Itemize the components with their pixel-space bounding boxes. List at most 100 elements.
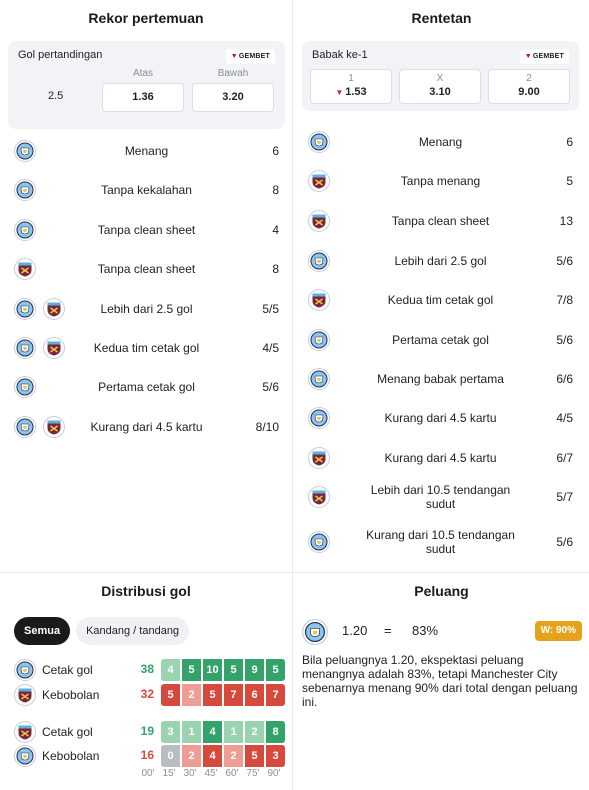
team-crests [308,368,330,390]
manchester-city-crest-icon [308,531,330,553]
bookmaker-logo-icon: ▼ [230,53,238,60]
stat-row: Kedua tim cetak gol 4/5 [14,331,279,365]
tab-all[interactable]: Semua [14,617,71,645]
interval-cell: 8 [266,721,285,743]
win-rate-badge: W: 90% [534,621,582,641]
stat-label: Pertama cetak gol [392,333,489,347]
stat-label: Kurang dari 4.5 kartu [90,419,203,434]
match-goals-label: Gol pertandingan [18,49,103,61]
stat-row: Menang babak pertama 6/6 [308,362,573,396]
manchester-city-crest-icon [14,179,36,202]
manchester-city-crest-icon [14,745,36,767]
stat-value: 7/8 [556,293,573,307]
under-odds-button[interactable]: 3.20 [192,83,274,112]
team-crests [308,329,330,351]
team-crests [14,179,36,202]
team-crests [308,170,330,192]
stat-value: 5/6 [556,254,573,268]
team-crests [308,407,330,429]
stat-row: Kurang dari 10.5 tendangan sudut 5/6 [308,520,573,564]
interval-cells: 4 5 10 5 9 5 [161,659,285,681]
goals-scored-row: Cetak gol 38 4 5 10 5 9 5 [14,659,285,681]
stat-row: Kurang dari 4.5 kartu 8/10 [14,410,279,444]
stat-value: 4/5 [556,411,573,425]
goal-line-value: 2.5 [48,90,64,102]
away-odds-label: 2 [526,73,532,84]
stat-label: Lebih dari 10.5 tendangan sudut [370,483,511,511]
stat-label: Lebih dari 2.5 gol [100,301,193,316]
stat-value: 5/6 [556,333,573,347]
interval-cell: 4 [161,659,180,681]
manchester-city-crest-icon [308,329,330,351]
stat-row: Tanpa menang 5 [308,164,573,198]
home-odds-button[interactable]: 1 ▼ 1.53 [310,69,392,104]
stat-value: 5/6 [262,380,279,395]
interval-cell: 5 [161,684,180,706]
interval-cell: 2 [182,745,201,767]
west-ham-crest-icon [308,447,330,469]
implied-probability: 83% [412,623,439,638]
team-crests [308,531,330,553]
stat-label: Kurang dari 10.5 tendangan sudut [366,528,515,556]
manchester-city-crest-icon [308,407,330,429]
home-odds-value: 1.53 [345,86,367,98]
stat-row: Lebih dari 2.5 gol 5/6 [308,244,573,278]
tab-home-away[interactable]: Kandang / tandang [76,617,190,645]
stat-value: 8 [272,262,279,277]
bookmaker-logo-icon: ▼ [524,53,532,60]
bookmaker-logo[interactable]: ▼GEMBET [225,49,275,64]
stat-value: 8 [272,183,279,198]
away-odds-value: 9.00 [518,86,540,98]
manchester-city-crest-icon [308,131,330,153]
stat-row: Menang 6 [14,134,279,168]
manchester-city-crest-icon [308,368,330,390]
stat-label: Tanpa menang [400,174,481,188]
stat-value: 6/6 [556,372,573,386]
goals-conceded-row: Kebobolan 32 5 2 5 7 6 7 [14,684,285,706]
interval-cell: 0 [161,745,180,767]
team-crests [308,486,330,508]
west-ham-crest-icon [308,289,330,311]
draw-odds-button[interactable]: X 3.10 [399,69,481,104]
stat-label: Menang [124,144,169,158]
minute-tick: 90' [267,768,281,779]
west-ham-crest-icon [308,486,330,508]
stat-value: 13 [559,214,573,228]
odds-insight-line: 1.20 = 83% W: 90% [302,619,582,645]
minute-tick: 45' [204,768,218,779]
stat-row: Menang 6 [308,125,573,159]
west-ham-crest-icon [308,210,330,232]
over-odds-button[interactable]: 1.36 [102,83,184,112]
distribution-total: 32 [140,687,154,701]
stat-value: 6/7 [556,451,573,465]
minute-tick: 60' [225,768,239,779]
stat-value: 4 [272,222,279,237]
interval-cell: 5 [182,659,201,681]
distribution-total: 16 [140,748,154,762]
interval-cell: 3 [266,745,285,767]
west-ham-crest-icon [14,684,36,706]
team-crests [14,258,36,281]
interval-cell: 5 [245,745,264,767]
interval-cell: 10 [203,659,222,681]
stat-label: Pertama cetak gol [98,380,195,395]
distribution-label: Cetak gol [42,663,93,677]
team-crests [14,376,36,399]
match-goals-odds-box: Gol pertandingan ▼GEMBET 2.5 Atas Bawah … [8,41,285,129]
interval-cell: 5 [266,659,285,681]
interval-cell: 4 [203,721,222,743]
distribution-label: Kebobolan [42,749,100,763]
manchester-city-crest-icon [14,140,36,162]
minute-tick: 75' [246,768,260,779]
stat-label: Menang babak pertama [377,372,504,386]
stat-row: Tanpa clean sheet 4 [14,213,279,247]
head-to-head-panel: Rekor pertemuan Gol pertandingan ▼GEMBET… [0,0,293,572]
interval-cell: 7 [224,684,243,706]
team-crests [14,140,36,162]
stat-value: 8/10 [255,419,279,434]
away-odds-button[interactable]: 2 9.00 [488,69,570,104]
bookmaker-logo[interactable]: ▼GEMBET [519,49,569,64]
stat-value: 4/5 [262,341,279,355]
manchester-city-crest-icon [14,415,36,438]
interval-cell: 9 [245,659,264,681]
